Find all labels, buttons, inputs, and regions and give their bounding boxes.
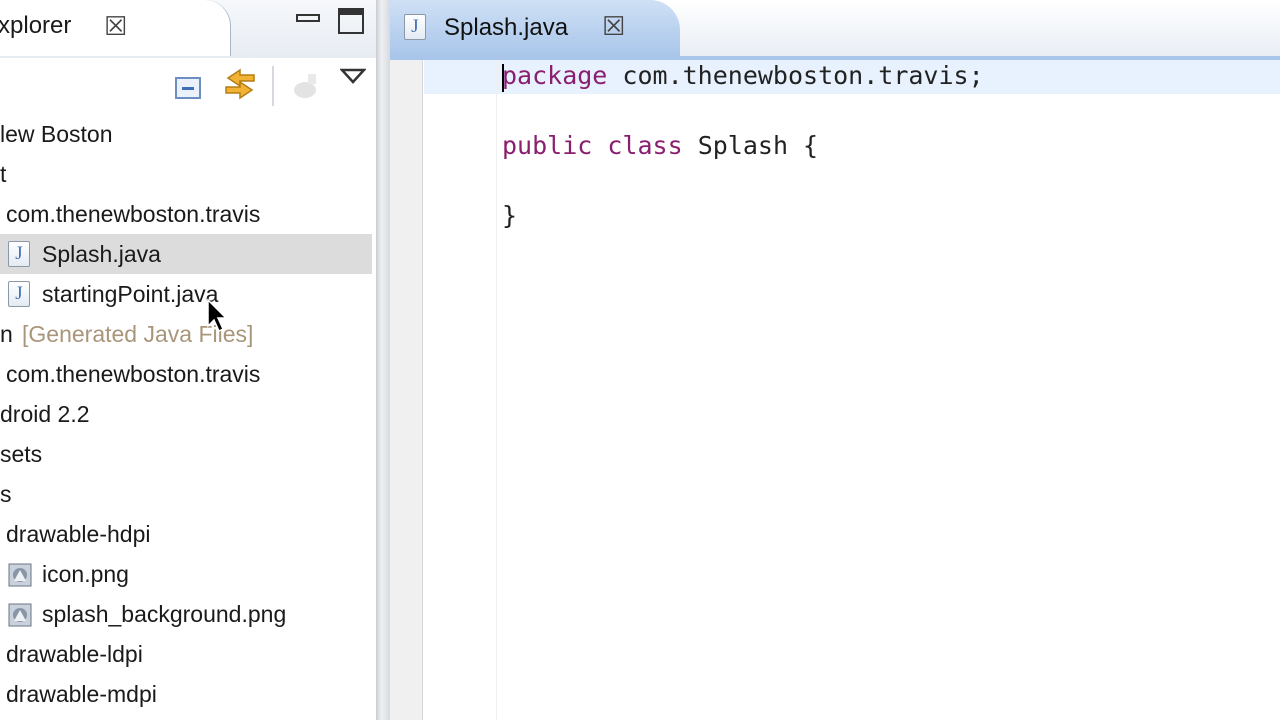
panel-splitter[interactable] [376, 0, 390, 720]
keyword: package [502, 61, 608, 90]
tree-item-startingpoint-java[interactable]: J startingPoint.java [0, 274, 372, 314]
tree-item-gen[interactable]: n [Generated Java Files] [0, 314, 372, 354]
tree-item-label: sets [0, 441, 43, 467]
code-text: Splash { [682, 131, 819, 160]
package-explorer-panel: Explorer ☒ lew Boston t com.thenewboston… [0, 0, 376, 720]
tree-item-res[interactable]: s [0, 474, 372, 514]
explorer-title: Explorer [0, 12, 72, 39]
editor-ruler[interactable] [390, 60, 423, 720]
tree-item-android-lib[interactable]: droid 2.2 [0, 394, 372, 434]
keyword: public [502, 131, 593, 160]
tree-item-label: drawable-hdpi [6, 521, 151, 547]
tree-item-drawable-mdpi[interactable]: drawable-mdpi [0, 674, 372, 714]
java-file-icon: J [404, 14, 426, 40]
explorer-tab[interactable]: Explorer ☒ [0, 0, 231, 56]
tree-item-project[interactable]: lew Boston [0, 114, 372, 154]
tree-item-label: startingPoint.java [42, 281, 219, 307]
code-line-3: public class Splash { [502, 130, 818, 162]
image-file-icon [8, 563, 32, 587]
filter-icon[interactable] [290, 70, 320, 102]
tree-item-label: s [0, 481, 12, 507]
code-text: } [502, 201, 518, 230]
mouse-cursor-icon [207, 298, 228, 333]
tree-item-assets[interactable]: sets [0, 434, 372, 474]
close-icon[interactable]: ☒ [104, 13, 127, 39]
code-text-area[interactable]: package com.thenewboston.travis; public … [424, 60, 1280, 720]
tree-item-label: drawable-ldpi [6, 641, 143, 667]
text-caret [502, 64, 504, 92]
tree-item-label: splash_background.png [42, 601, 287, 627]
code-line-1: package com.thenewboston.travis; [502, 60, 984, 92]
tree-item-gen-package[interactable]: com.thenewboston.travis [0, 354, 372, 394]
tree-item-splash-java[interactable]: J Splash.java [0, 234, 372, 274]
close-icon[interactable]: ☒ [602, 13, 625, 39]
java-file-icon: J [8, 281, 30, 307]
toolbar-separator [272, 66, 274, 106]
tree-item-drawable-hdpi[interactable]: drawable-hdpi [0, 514, 372, 554]
link-with-editor-icon[interactable] [222, 66, 258, 102]
editor-tab-bar: J Splash.java ☒ [390, 0, 1280, 56]
code-text: com.thenewboston.travis; [607, 61, 984, 90]
minimize-button[interactable] [296, 8, 322, 24]
java-file-icon: J [8, 241, 30, 267]
tree-item-package[interactable]: com.thenewboston.travis [0, 194, 372, 234]
tree-item-label: icon.png [42, 561, 129, 587]
fold-guide [496, 60, 497, 720]
tree-item-label: com.thenewboston.travis [6, 361, 261, 387]
tree-item-src[interactable]: t [0, 154, 372, 194]
code-editor: J Splash.java ☒ package com.thenewboston… [390, 0, 1280, 720]
tree-item-splash-background-png[interactable]: splash_background.png [0, 594, 372, 634]
tree-item-label: drawable-mdpi [6, 681, 157, 707]
image-file-icon [8, 603, 32, 627]
tree-item-label: Splash.java [42, 241, 161, 267]
editor-tab-label: Splash.java [444, 14, 569, 41]
tree-item-label: lew Boston [0, 121, 113, 147]
collapse-all-icon[interactable] [174, 72, 204, 102]
tree-item-icon-png[interactable]: icon.png [0, 554, 372, 594]
editor-tab-splash-java[interactable]: J Splash.java ☒ [390, 0, 680, 56]
explorer-header: Explorer ☒ [0, 0, 376, 58]
tree-item-label: n [0, 321, 13, 347]
tree-item-drawable-ldpi[interactable]: drawable-ldpi [0, 634, 372, 674]
tree-item-label: t [0, 161, 7, 187]
maximize-button[interactable] [338, 8, 364, 34]
tree-item-label: droid 2.2 [0, 401, 90, 427]
tree-item-label: com.thenewboston.travis [6, 201, 261, 227]
code-line-5: } [502, 200, 517, 232]
keyword: class [607, 131, 683, 160]
view-menu-icon[interactable] [340, 66, 366, 86]
